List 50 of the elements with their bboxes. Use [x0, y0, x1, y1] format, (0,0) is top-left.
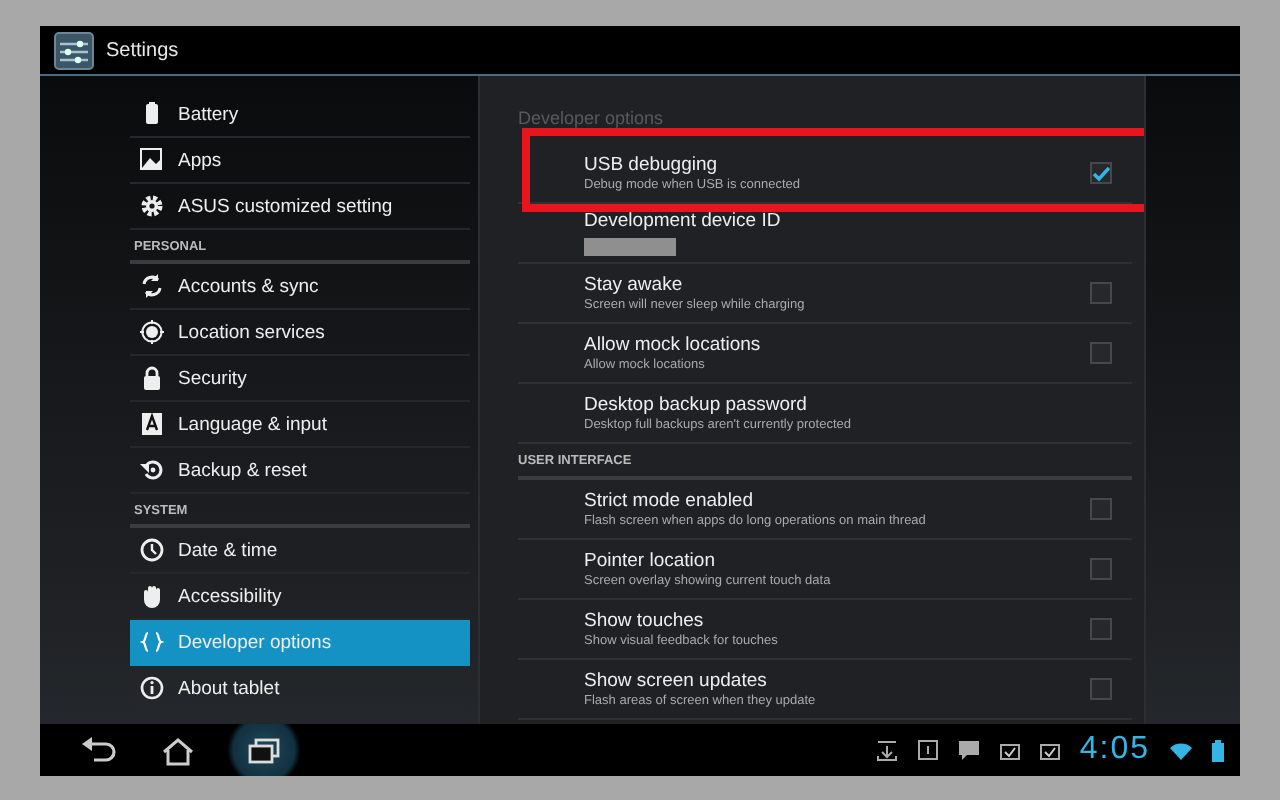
panel-title: Developer options	[516, 105, 666, 132]
checkbox[interactable]	[1090, 498, 1112, 520]
info-icon	[140, 676, 164, 700]
setting-title: Show touches	[584, 610, 706, 632]
gear-icon	[140, 194, 164, 218]
settings-app-icon	[54, 31, 94, 69]
sidebar-item[interactable]: Battery	[130, 92, 470, 138]
setting-title: Show screen updates	[584, 670, 769, 692]
recent-apps-icon	[246, 735, 282, 765]
clock-time: 4:05	[1079, 732, 1150, 768]
sidebar-item[interactable]: Language & input	[130, 402, 470, 448]
sidebar-item[interactable]: Security	[130, 356, 470, 402]
checkbox[interactable]	[1090, 162, 1112, 184]
setting-title: USB debugging	[584, 154, 720, 176]
sidebar-item[interactable]: Accounts & sync	[130, 264, 470, 310]
sidebar-item[interactable]: Apps	[130, 138, 470, 184]
wifi-icon	[1170, 741, 1192, 759]
sidebar-item[interactable]: ASUS customized setting	[130, 184, 470, 230]
download-tray-icon	[875, 739, 898, 761]
back-icon	[80, 735, 116, 765]
letter-a-icon	[140, 412, 164, 436]
hand-icon	[140, 584, 164, 608]
battery-icon	[1212, 739, 1224, 761]
checkbox[interactable]	[1090, 558, 1112, 580]
braces-icon	[140, 630, 164, 654]
checkbox[interactable]	[1090, 342, 1112, 364]
setting-row[interactable]: Development device ID	[518, 204, 1132, 264]
sidebar-item[interactable]: Backup & reset	[130, 448, 470, 494]
checkbox[interactable]	[1090, 282, 1112, 304]
sidebar-item[interactable]: About tablet	[130, 666, 470, 712]
restore-icon	[140, 458, 164, 482]
checkbox[interactable]	[1090, 618, 1112, 640]
chat-icon	[957, 740, 980, 760]
home-icon	[160, 735, 196, 765]
sync-icon	[140, 274, 164, 298]
setting-title: Strict mode enabled	[584, 490, 755, 512]
clock-icon	[140, 538, 164, 562]
sidebar-item[interactable]: Date & time	[130, 528, 470, 574]
setting-title: Stay awake	[584, 274, 685, 296]
window-title: Settings	[106, 39, 179, 61]
setting-title: Allow mock locations	[584, 334, 763, 356]
setting-title: Pointer location	[584, 550, 717, 572]
checkbox[interactable]	[1090, 678, 1112, 700]
setting-title: Desktop backup password	[584, 394, 809, 416]
picture-icon	[140, 148, 164, 172]
setting-title: Development device ID	[584, 210, 783, 232]
target-icon	[140, 320, 164, 344]
lock-icon	[140, 366, 164, 390]
sidebar-item[interactable]: Location services	[130, 310, 470, 356]
battery-icon	[140, 102, 164, 126]
